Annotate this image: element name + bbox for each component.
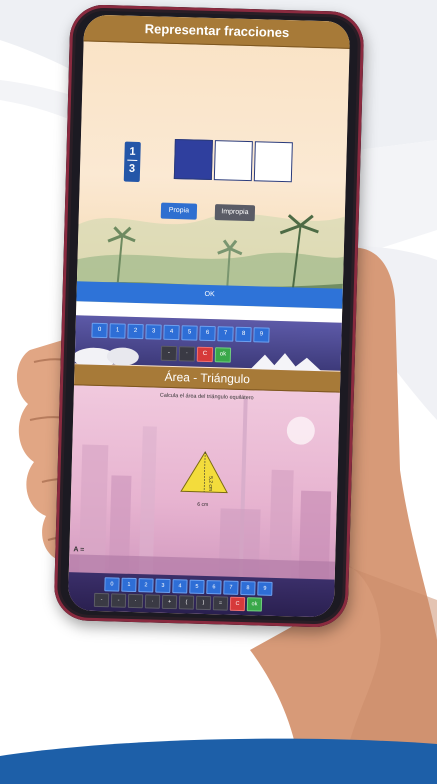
key2-action-3[interactable]: · [127, 593, 144, 609]
key2-action-4[interactable]: · [144, 594, 161, 609]
key-6[interactable]: 6 [199, 325, 216, 342]
key2-action-7[interactable]: ) [195, 595, 212, 611]
key2-action-1[interactable]: - [93, 592, 110, 608]
fraction-cell-2[interactable] [213, 140, 253, 182]
key-3[interactable]: 3 [145, 324, 162, 340]
fraction-cells [173, 138, 295, 183]
triangle-height-label: 5,2 cm [207, 476, 213, 491]
fraction-numerator: 1 [129, 145, 136, 158]
fractions-title: Representar fracciones [83, 14, 351, 49]
key-clear[interactable]: C [196, 346, 214, 363]
propia-button[interactable]: Propia [160, 202, 198, 220]
key-5[interactable]: 5 [181, 325, 198, 341]
phone-screen: Representar fracciones 1 3 Propia Improp… [67, 14, 351, 618]
keypad-actions-row: - · C ok [160, 345, 233, 363]
answer-label: A = [73, 546, 85, 554]
key-dot[interactable]: · [178, 346, 196, 362]
key2-9[interactable]: 9 [257, 581, 273, 596]
key2-ok[interactable]: ok [246, 597, 263, 612]
keypad-triangle: 0 1 2 3 4 5 6 7 8 9 - - · · + () = C ok [67, 572, 335, 618]
key-0[interactable]: 0 [91, 322, 108, 339]
key2-5[interactable]: 5 [189, 579, 205, 594]
key2-action-8[interactable]: = [212, 596, 229, 611]
key2-3[interactable]: 3 [155, 578, 171, 594]
impropia-button[interactable]: Impropia [214, 204, 256, 222]
key-7[interactable]: 7 [217, 326, 234, 342]
key-4[interactable]: 4 [163, 324, 180, 341]
triangle-side-label: 6 cm [197, 501, 209, 509]
key2-clear[interactable]: C [229, 596, 246, 612]
key2-8[interactable]: 8 [240, 580, 256, 596]
key2-4[interactable]: 4 [172, 579, 188, 594]
key2-6[interactable]: 6 [206, 580, 222, 595]
fraction-card: 1 3 [123, 141, 141, 183]
key-2[interactable]: 2 [127, 323, 144, 340]
key-ok[interactable]: ok [214, 347, 232, 363]
key-8[interactable]: 8 [235, 326, 252, 343]
fraction-cell-1[interactable] [173, 138, 213, 181]
bottom-blue-band [0, 738, 437, 784]
keypad2-actions-row: - - · · + ( ) = C ok [93, 592, 264, 612]
key2-1[interactable]: 1 [121, 577, 137, 593]
key2-action-6[interactable]: ( [178, 595, 195, 610]
triangle-area-screen: Área - Triángulo Calcula el área del tri… [67, 364, 341, 618]
key2-0[interactable]: 0 [104, 577, 120, 592]
key2-7[interactable]: 7 [223, 580, 239, 595]
keypad-fractions: 0 1 2 3 4 5 6 7 8 9 - · C ok [74, 315, 342, 373]
key2-action-5[interactable]: + [161, 594, 178, 610]
key2-2[interactable]: 2 [138, 578, 154, 593]
fraction-cell-3[interactable] [253, 141, 293, 183]
key-1[interactable]: 1 [109, 323, 126, 339]
fractions-screen: Representar fracciones 1 3 Propia Improp… [76, 14, 351, 312]
key-minus[interactable]: - [160, 345, 178, 362]
key-9[interactable]: 9 [253, 327, 270, 343]
triangle-figure: 5,2 cm [180, 450, 228, 494]
key2-action-2[interactable]: - [110, 593, 127, 608]
smartphone: Representar fracciones 1 3 Propia Improp… [53, 4, 365, 628]
fraction-denominator: 3 [128, 162, 136, 175]
